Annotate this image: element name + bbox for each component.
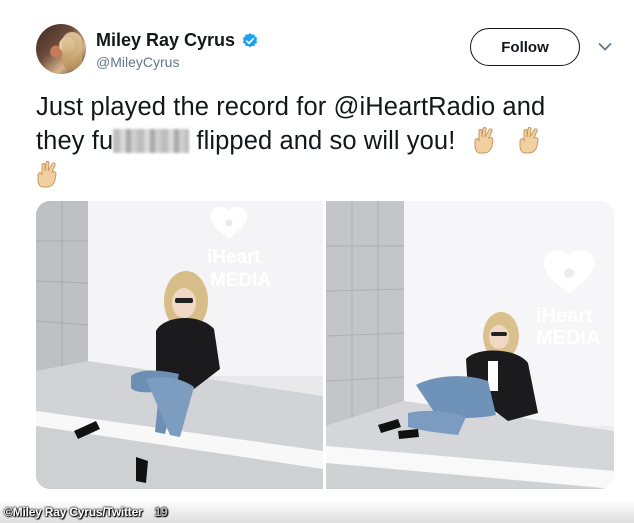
- avatar[interactable]: [36, 24, 86, 74]
- tweet-photo-right[interactable]: iHeart MEDIA: [326, 201, 614, 489]
- follow-button[interactable]: Follow: [470, 28, 580, 66]
- tweet-text-line-1: Just played the record for @iHeartRadio …: [36, 93, 546, 121]
- tweet-text-line-2: they fu flipped and so will you!: [36, 124, 544, 158]
- photo-right-scene: iHeart MEDIA: [326, 201, 614, 489]
- credit-text: ©Miley Ray Cyrus/Twitter: [4, 505, 143, 519]
- logo-line2-left: MEDIA: [210, 270, 272, 291]
- name-row: Miley Ray Cyrus: [96, 30, 259, 51]
- crossed-fingers-icon: [474, 127, 494, 154]
- tweet-photo-left[interactable]: iHeart MEDIA: [36, 201, 323, 489]
- tweet-text-end: flipped and so will you!: [189, 127, 456, 155]
- photo-credit: ©Miley Ray Cyrus/Twitter 19: [4, 505, 168, 519]
- crossed-fingers-icon: [37, 161, 57, 188]
- avatar-hair: [62, 32, 82, 70]
- chevron-down-icon[interactable]: [598, 42, 612, 52]
- photo-left-scene: iHeart MEDIA: [36, 201, 323, 489]
- crossed-fingers-icon: [519, 127, 539, 154]
- logo-line1-right: iHeart: [536, 305, 593, 327]
- logo-line1-left: iHeart: [207, 247, 262, 268]
- display-name[interactable]: Miley Ray Cyrus: [96, 30, 235, 51]
- tweet-text-start: they fu: [36, 127, 114, 155]
- censored-blur: [113, 129, 190, 153]
- logo-line2-right: MEDIA: [536, 327, 600, 349]
- verified-badge-icon: [242, 32, 258, 47]
- tweet-text-line-3: [36, 160, 62, 197]
- user-handle[interactable]: @MileyCyrus: [96, 54, 179, 70]
- date-fragment: 19: [154, 505, 168, 519]
